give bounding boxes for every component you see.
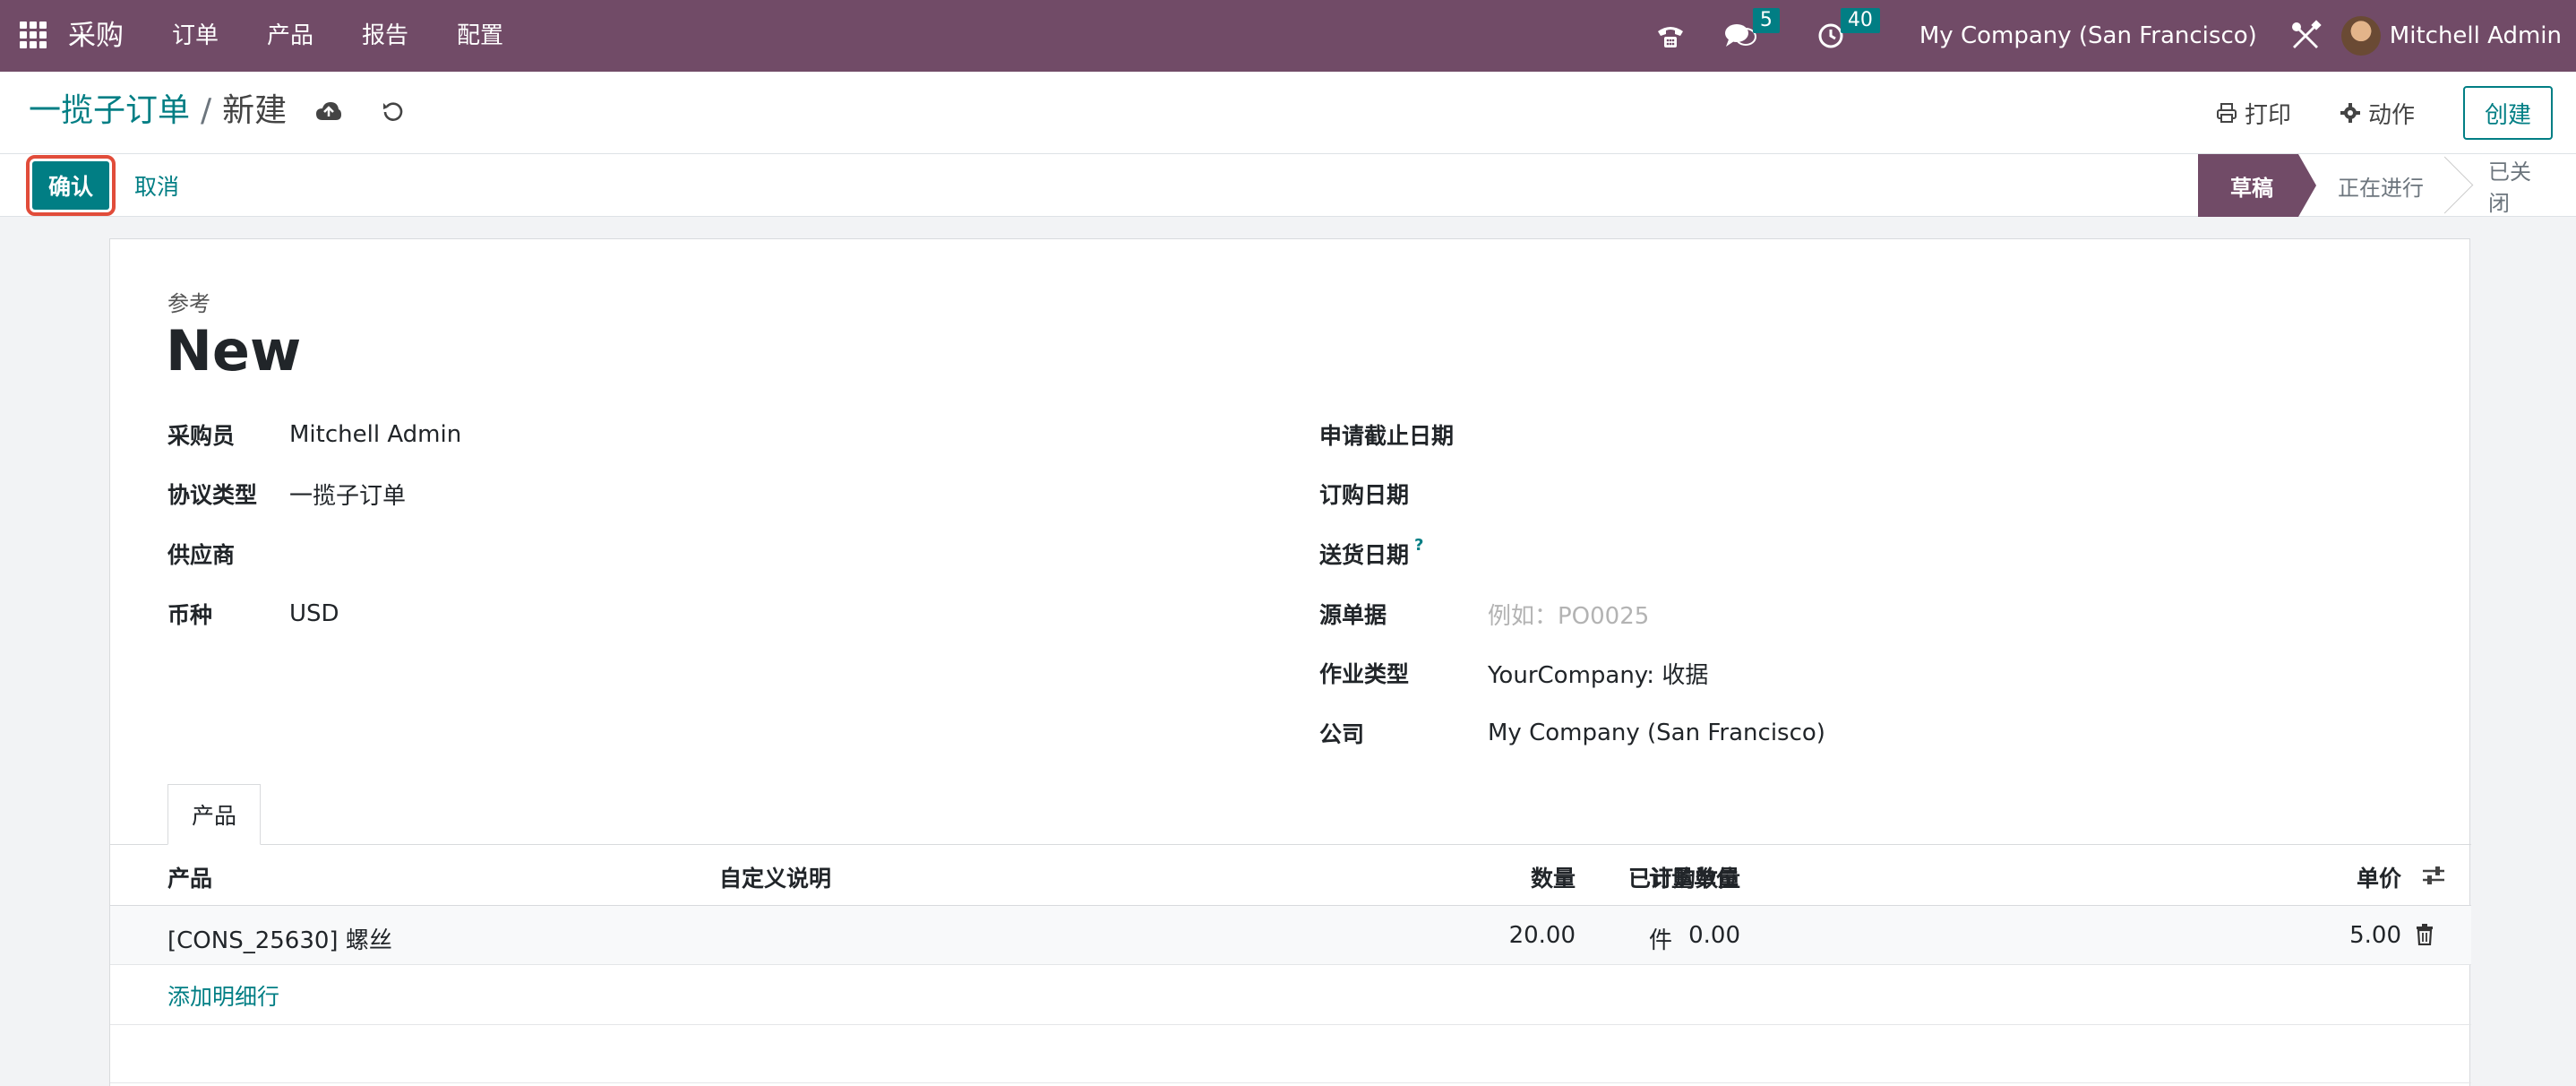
agreement-type-input[interactable]: 一揽子订单 bbox=[289, 478, 406, 511]
breadcrumb-current: 新建 bbox=[222, 92, 288, 129]
main-menu: 订单 产品 报告 配置 bbox=[172, 20, 552, 52]
top-navbar: 采购 订单 产品 报告 配置 5 40 My Company (San Fran… bbox=[0, 0, 2576, 72]
action-label: 动作 bbox=[2367, 101, 2415, 129]
company-label: 公司 bbox=[1319, 721, 1365, 747]
status-bar: 确认 取消 草稿 正在进行 已关闭 bbox=[0, 154, 2576, 217]
deadline-label: 申请截止日期 bbox=[1319, 423, 1455, 449]
buyer-input[interactable]: Mitchell Admin bbox=[289, 421, 461, 448]
create-button[interactable]: 创建 bbox=[2462, 86, 2553, 140]
discard-undo-icon[interactable] bbox=[382, 99, 405, 123]
field-company: 公司 My Company (San Francisco) bbox=[1319, 715, 1825, 751]
operation-type-label: 作业类型 bbox=[1319, 661, 1410, 687]
cell-unit-price[interactable]: 5.00 bbox=[2349, 922, 2401, 949]
control-panel: 一揽子订单 / 新建 打印 动作 创建 bbox=[0, 72, 2576, 154]
order-lines-header: 产品 自定义说明 数量 已订购数量 计量单位 单价 bbox=[110, 845, 2471, 906]
source-document-label: 源单据 bbox=[1319, 602, 1387, 628]
form-sheet: 参考 New 采购员 Mitchell Admin 协议类型 一揽子订单 供应商… bbox=[109, 238, 2471, 1086]
action-dropdown[interactable]: 动作 bbox=[2340, 97, 2415, 130]
cancel-button[interactable]: 取消 bbox=[134, 161, 179, 210]
user-avatar[interactable] bbox=[2340, 16, 2381, 56]
breadcrumb: 一揽子订单 / 新建 bbox=[29, 88, 405, 134]
column-unit-price[interactable]: 单价 bbox=[2357, 861, 2401, 893]
cell-product[interactable]: [CONS_25630] 螺丝 bbox=[167, 922, 392, 955]
app-name[interactable]: 采购 bbox=[68, 16, 124, 56]
currency-input[interactable]: USD bbox=[289, 600, 339, 627]
field-currency: 币种 USD bbox=[167, 596, 339, 632]
operation-type-input[interactable]: YourCompany: 收据 bbox=[1488, 657, 1708, 690]
delivery-date-label: 送货日期 bbox=[1319, 542, 1410, 568]
print-dropdown[interactable]: 打印 bbox=[2216, 97, 2291, 130]
table-row[interactable]: [CONS_25630] 螺丝 20.00 0.00 件 5.00 bbox=[110, 906, 2471, 965]
optional-columns-icon[interactable] bbox=[2421, 865, 2446, 890]
stage-draft[interactable]: 草稿 bbox=[2198, 154, 2316, 217]
delivery-date-input[interactable] bbox=[1481, 538, 2018, 570]
messages-count-badge: 5 bbox=[1752, 8, 1780, 33]
confirm-button[interactable]: 确认 bbox=[25, 155, 116, 216]
field-buyer: 采购员 Mitchell Admin bbox=[167, 417, 461, 452]
currency-label: 币种 bbox=[167, 602, 213, 628]
print-label: 打印 bbox=[2244, 101, 2291, 129]
field-vendor: 供应商 bbox=[167, 536, 1257, 572]
order-date-label: 订购日期 bbox=[1319, 482, 1410, 508]
menu-item-orders[interactable]: 订单 bbox=[172, 20, 219, 52]
source-document-input[interactable]: 例如：PO0025 bbox=[1488, 598, 1649, 631]
column-uom[interactable]: 计量单位 bbox=[1649, 861, 1739, 893]
empty-table-row bbox=[110, 1024, 2471, 1083]
delete-row-trash-icon[interactable] bbox=[2416, 924, 2434, 949]
control-panel-actions: 打印 动作 创建 bbox=[2216, 86, 2553, 140]
user-menu[interactable]: Mitchell Admin bbox=[2390, 22, 2562, 49]
save-cloud-icon[interactable] bbox=[315, 100, 342, 122]
messages-icon[interactable]: 5 bbox=[1724, 8, 1780, 49]
cell-uom[interactable]: 件 bbox=[1649, 922, 1672, 955]
cell-ordered-quantity: 0.00 bbox=[1688, 922, 1740, 949]
print-icon bbox=[2216, 103, 2237, 123]
order-date-input[interactable] bbox=[1486, 478, 2023, 510]
menu-item-configuration[interactable]: 配置 bbox=[457, 20, 503, 52]
breadcrumb-parent[interactable]: 一揽子订单 bbox=[29, 88, 190, 134]
column-product[interactable]: 产品 bbox=[167, 861, 212, 893]
reference-value: New bbox=[166, 318, 302, 384]
menu-item-products[interactable]: 产品 bbox=[267, 20, 313, 52]
field-agreement-type: 协议类型 一揽子订单 bbox=[167, 476, 406, 512]
vendor-input[interactable] bbox=[289, 538, 1257, 570]
cell-quantity[interactable]: 20.00 bbox=[1509, 922, 1576, 949]
company-input[interactable]: My Company (San Francisco) bbox=[1488, 720, 1825, 746]
field-operation-type: 作业类型 YourCompany: 收据 bbox=[1319, 655, 1708, 691]
status-stages: 草稿 正在进行 已关闭 bbox=[2198, 154, 2576, 217]
agreement-type-label: 协议类型 bbox=[167, 482, 258, 508]
gear-icon bbox=[2340, 103, 2360, 123]
field-source-document: 源单据 例如：PO0025 bbox=[1319, 596, 1649, 632]
stage-in-progress[interactable]: 正在进行 bbox=[2298, 154, 2449, 217]
field-delivery-date: 送货日期 ? bbox=[1319, 536, 2018, 572]
add-line-link[interactable]: 添加明细行 bbox=[167, 979, 279, 1012]
vendor-label: 供应商 bbox=[167, 542, 236, 568]
navbar-systray: 5 40 My Company (San Francisco) Mitchell… bbox=[1656, 0, 2576, 72]
column-quantity[interactable]: 数量 bbox=[1531, 861, 1576, 893]
apps-menu-icon[interactable] bbox=[20, 22, 47, 48]
reference-label: 参考 bbox=[167, 291, 210, 316]
phone-icon[interactable] bbox=[1656, 22, 1685, 49]
company-switcher[interactable]: My Company (San Francisco) bbox=[1919, 22, 2257, 49]
deadline-input[interactable] bbox=[1486, 418, 2023, 451]
delivery-date-help-icon[interactable]: ? bbox=[1414, 536, 1423, 555]
activities-count-badge: 40 bbox=[1840, 8, 1880, 33]
field-order-date: 订购日期 bbox=[1319, 476, 2023, 512]
column-description[interactable]: 自定义说明 bbox=[719, 861, 831, 893]
activities-clock-icon[interactable]: 40 bbox=[1817, 8, 1880, 49]
debug-tools-icon[interactable] bbox=[2289, 20, 2322, 52]
tab-products[interactable]: 产品 bbox=[167, 784, 261, 845]
menu-item-reports[interactable]: 报告 bbox=[362, 20, 408, 52]
field-deadline: 申请截止日期 bbox=[1319, 417, 2023, 452]
buyer-label: 采购员 bbox=[167, 423, 236, 449]
breadcrumb-separator: / bbox=[201, 92, 212, 129]
